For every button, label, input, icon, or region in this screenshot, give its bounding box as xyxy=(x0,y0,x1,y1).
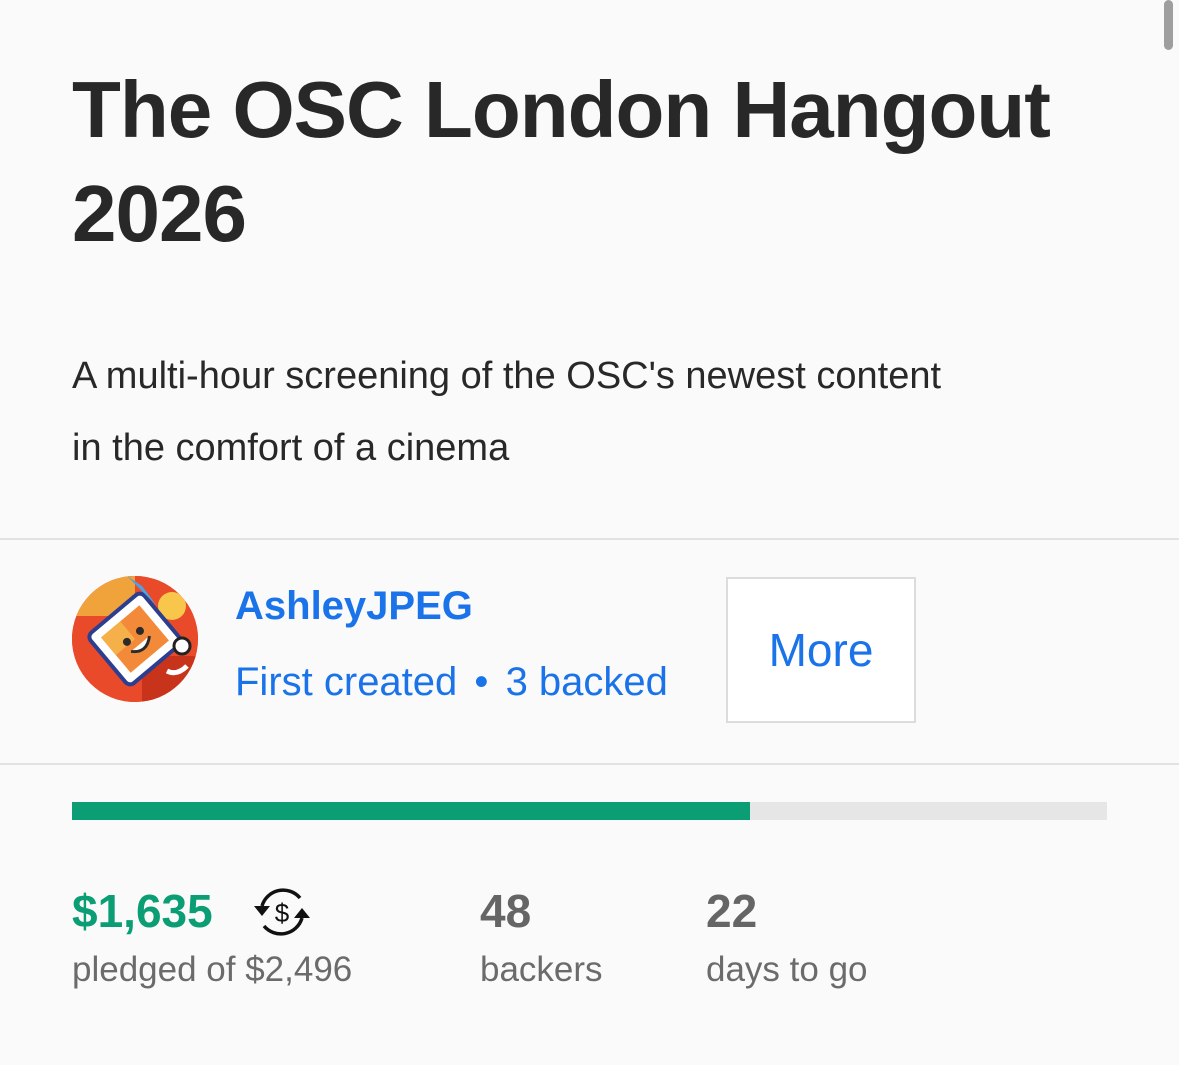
creator-first-created[interactable]: First created xyxy=(235,660,457,704)
currency-conversion-icon[interactable]: $ xyxy=(250,880,314,944)
creator-section: AshleyJPEG First created • 3 backed More xyxy=(72,576,932,726)
svg-text:$: $ xyxy=(275,898,290,928)
scrollbar[interactable] xyxy=(1164,0,1173,50)
more-button[interactable]: More xyxy=(726,577,916,723)
project-blurb-line-1: A multi-hour screening of the OSC's newe… xyxy=(72,355,942,397)
backers-count: 48 xyxy=(480,885,532,937)
pledged-amount: $1,635 xyxy=(72,885,213,937)
funding-progress-bar xyxy=(72,802,1107,820)
project-blurb: A multi-hour screening of the OSC's newe… xyxy=(72,340,1132,484)
days-to-go-count: 22 xyxy=(706,885,758,937)
project-blurb-line-2: in the comfort of a cinema xyxy=(72,427,510,469)
creator-name-link[interactable]: AshleyJPEG xyxy=(235,584,473,629)
creator-stats: First created • 3 backed xyxy=(235,660,668,705)
backers-label: backers xyxy=(480,950,603,989)
project-title-line-1: The OSC London Hangout xyxy=(72,65,1051,154)
divider-bottom xyxy=(0,763,1179,765)
divider-top xyxy=(0,538,1179,540)
avatar-image xyxy=(72,576,198,702)
creator-backed-count[interactable]: 3 backed xyxy=(506,660,668,704)
pledged-label: pledged of $2,496 xyxy=(72,950,353,989)
project-title: The OSC London Hangout 2026 xyxy=(72,58,1132,266)
days-to-go-label: days to go xyxy=(706,950,868,989)
funding-progress-fill xyxy=(72,802,750,820)
creator-stats-separator: • xyxy=(474,660,489,704)
project-title-line-2: 2026 xyxy=(72,169,247,258)
avatar[interactable] xyxy=(72,576,198,702)
